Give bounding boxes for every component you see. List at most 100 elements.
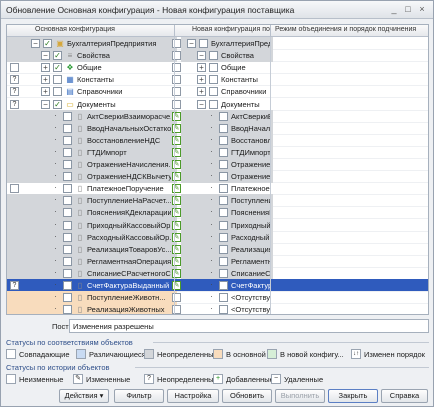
expand-toggle-icon[interactable]: ·	[51, 196, 60, 205]
tree-row[interactable]: ?·▯ВводНачальныхОстатков✎·ВводНачальныхО…	[7, 121, 428, 135]
tree-row[interactable]: ? − ✓ ▭ Документы − Документы	[7, 98, 428, 111]
new-config-checkbox[interactable]	[209, 99, 218, 109]
tree-row[interactable]: ?·▯ВосстановлениеНДС✎·ВосстановлениеНДС	[7, 133, 428, 147]
new-config-checkbox[interactable]	[219, 232, 228, 242]
maximize-icon[interactable]: □	[402, 4, 414, 15]
merge-checkbox[interactable]	[63, 111, 72, 121]
expand-toggle-icon[interactable]: ·	[51, 208, 60, 217]
tree-row[interactable]: ?·▯РегламентнаяОперация✎·РегламентнаяОп.…	[7, 254, 428, 268]
merge-checkbox[interactable]	[53, 75, 62, 85]
expand-toggle-icon[interactable]: ·	[51, 244, 60, 254]
expand-toggle-icon[interactable]: ·	[207, 196, 216, 205]
tree-row[interactable]: ?·▯РасходныйКассовыйОр...✎·РасходныйКасс…	[7, 230, 428, 244]
button-4[interactable]: Выполнить	[275, 389, 325, 403]
expand-toggle-icon[interactable]: ·	[51, 268, 60, 278]
merge-checkbox[interactable]	[63, 244, 72, 254]
expand-toggle-icon[interactable]: ·	[51, 160, 60, 169]
merge-checkbox[interactable]	[63, 293, 72, 303]
merge-checkbox[interactable]: ✓	[53, 99, 62, 109]
merge-checkbox[interactable]	[63, 160, 72, 169]
expand-toggle-icon[interactable]: ·	[207, 220, 216, 230]
expand-toggle-icon[interactable]: −	[41, 51, 50, 61]
new-config-checkbox[interactable]	[219, 184, 228, 194]
button-1[interactable]: Фильтр	[114, 389, 164, 403]
expand-toggle-icon[interactable]: ·	[207, 111, 216, 121]
merge-checkbox[interactable]: ✓	[43, 39, 52, 48]
merge-checkbox[interactable]: ✓	[53, 63, 62, 73]
comparison-tree-grid[interactable]: Основная конфигурация Новая конфигурация…	[6, 24, 429, 315]
merge-checkbox[interactable]	[63, 208, 72, 218]
expand-toggle-icon[interactable]: ·	[51, 111, 60, 121]
expand-toggle-icon[interactable]: +	[41, 75, 50, 85]
tree-row[interactable]: ?·▯РеализацияТоваровУс...✎·РеализацияТов…	[7, 242, 428, 256]
expand-toggle-icon[interactable]: ·	[207, 281, 216, 290]
tree-row[interactable]: ?·▯ОтражениеНДСКВычету✎·ОтражениеНДСКВыч…	[7, 170, 428, 184]
expand-toggle-icon[interactable]: −	[31, 39, 40, 48]
expand-toggle-icon[interactable]: ·	[207, 172, 216, 181]
tree-row[interactable]: ·▯АктСверкиВзаиморасче...✎·АктСверкиВзаи…	[7, 109, 428, 123]
expand-toggle-icon[interactable]: −	[187, 39, 196, 48]
supplier-field[interactable]: Изменения разрешены	[69, 319, 429, 333]
tree-row[interactable]: ? + ▤ Справочники + Справочники	[7, 85, 428, 99]
tree-row[interactable]: ·▯ПлатежноеПоручение✎·ПлатежноеПоруч...	[7, 182, 428, 196]
tree-row[interactable]: ?·▯СписаниеСРасчетногоС...✎·СписаниеСРас…	[7, 266, 428, 280]
header-merge-mode[interactable]: Режим объединения и порядок подчинения	[275, 26, 425, 36]
header-main-config[interactable]: Основная конфигурация	[35, 26, 173, 36]
expand-toggle-icon[interactable]: ·	[51, 220, 60, 230]
button-5[interactable]: Закрыть	[328, 389, 378, 403]
merge-checkbox[interactable]	[63, 135, 72, 145]
tree-row[interactable]: ?·▯ОтражениеНачисления...✎·ОтражениеНачи…	[7, 158, 428, 171]
merge-checkbox[interactable]	[63, 184, 72, 194]
button-6[interactable]: Справка	[381, 389, 428, 403]
expand-toggle-icon[interactable]: ·	[51, 305, 60, 314]
expand-toggle-icon[interactable]: −	[197, 99, 206, 109]
tree-row[interactable]: +·▯ПоступлениеЖивотн...·<Отсутствует>	[7, 291, 428, 305]
new-config-checkbox[interactable]	[199, 39, 208, 48]
tree-row[interactable]: + ✓ ❖ Общие + Общие	[7, 61, 428, 75]
merge-checkbox[interactable]	[63, 305, 72, 314]
new-config-checkbox[interactable]	[219, 196, 228, 206]
new-config-checkbox[interactable]	[219, 135, 228, 145]
expand-toggle-icon[interactable]: ·	[51, 232, 60, 242]
close-icon[interactable]: ×	[416, 4, 428, 15]
button-3[interactable]: Обновить	[222, 389, 272, 403]
new-config-checkbox[interactable]	[209, 51, 218, 61]
new-config-checkbox[interactable]	[219, 123, 228, 133]
tree-row[interactable]: ?·▯ПриходныйКассовыйОр...✎·ПриходныйКасс…	[7, 218, 428, 232]
new-config-checkbox[interactable]	[219, 305, 228, 314]
new-config-checkbox[interactable]	[209, 63, 218, 73]
merge-checkbox[interactable]	[63, 268, 72, 278]
expand-toggle-icon[interactable]: ·	[51, 256, 60, 266]
merge-checkbox[interactable]	[63, 147, 72, 157]
expand-toggle-icon[interactable]: ·	[207, 184, 216, 193]
expand-toggle-icon[interactable]: ·	[51, 135, 60, 145]
expand-toggle-icon[interactable]: ·	[207, 123, 216, 133]
merge-checkbox[interactable]	[63, 220, 72, 230]
merge-checkbox[interactable]	[63, 281, 72, 290]
expand-toggle-icon[interactable]: ·	[51, 281, 60, 290]
button-0[interactable]: Действия ▾	[59, 389, 109, 403]
tree-row[interactable]: ?·▯ПоступлениеНаРасчет...✎·ПоступлениеНа…	[7, 194, 428, 208]
merge-checkbox[interactable]	[63, 196, 72, 206]
expand-toggle-icon[interactable]: +	[197, 87, 206, 97]
expand-toggle-icon[interactable]: ·	[207, 135, 216, 145]
merge-checkbox[interactable]	[63, 232, 72, 242]
expand-toggle-icon[interactable]: ·	[207, 208, 216, 217]
expand-toggle-icon[interactable]: ·	[207, 256, 216, 266]
button-2[interactable]: Настройка	[167, 389, 219, 403]
new-config-checkbox[interactable]	[219, 111, 228, 121]
expand-toggle-icon[interactable]: ·	[207, 160, 216, 169]
expand-toggle-icon[interactable]: ·	[51, 172, 60, 181]
expand-toggle-icon[interactable]: ·	[207, 305, 216, 314]
new-config-checkbox[interactable]	[219, 281, 228, 290]
tree-row[interactable]: +·▯РеализацияЖивотных·<Отсутствует>	[7, 303, 428, 314]
new-config-checkbox[interactable]	[219, 268, 228, 278]
tree-row[interactable]: − ✓ ≡ Свойства − Свойства	[7, 49, 428, 63]
expand-toggle-icon[interactable]: −	[197, 51, 206, 61]
new-config-checkbox[interactable]	[209, 75, 218, 85]
merge-checkbox[interactable]	[63, 123, 72, 133]
expand-toggle-icon[interactable]: ·	[51, 147, 60, 157]
header-new-config[interactable]: Новая конфигурация поставщика	[192, 26, 270, 36]
new-config-checkbox[interactable]	[209, 87, 218, 97]
expand-toggle-icon[interactable]: +	[197, 63, 206, 73]
